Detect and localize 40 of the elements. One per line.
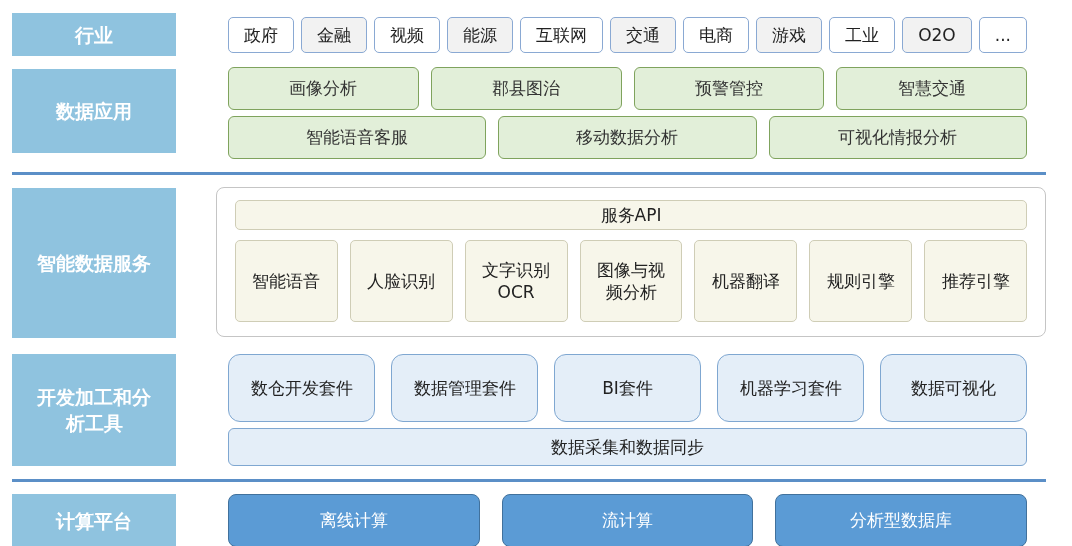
layer-label: 智能数据服务 <box>12 188 176 338</box>
tool-box: 数据可视化 <box>880 354 1027 422</box>
service-box: 智能语音 <box>235 240 338 322</box>
service-box: 文字识别OCR <box>464 240 568 322</box>
application-box: 预警管控 <box>633 67 825 110</box>
industry-tag: 能源 <box>447 17 514 53</box>
industry-tag: O2O <box>902 17 972 53</box>
api-bar: 服务API <box>235 200 1027 230</box>
compute-box: 分析型数据库 <box>775 494 1027 546</box>
application-box: 可视化情报分析 <box>768 116 1027 159</box>
data-sync-bar: 数据采集和数据同步 <box>228 428 1027 466</box>
layer-label: 计算平台 <box>12 494 176 546</box>
industry-tag: 政府 <box>228 17 294 53</box>
compute-box: 流计算 <box>501 494 754 546</box>
application-box: 移动数据分析 <box>498 116 757 159</box>
service-box: 图像与视频分析 <box>579 240 683 322</box>
layer-label: 开发加工和分析工具 <box>12 354 176 466</box>
layer-label: 行业 <box>12 13 176 56</box>
industry-tag: 交通 <box>610 17 677 53</box>
application-box: 画像分析 <box>228 67 419 110</box>
application-box: 郡县图治 <box>430 67 622 110</box>
industry-tag: 金融 <box>301 17 368 53</box>
industry-tag: 电商 <box>683 17 750 53</box>
tool-box: 机器学习套件 <box>717 354 864 422</box>
application-box: 智慧交通 <box>836 67 1027 110</box>
tool-box: 数据管理套件 <box>391 354 538 422</box>
tool-box: BI套件 <box>554 354 701 422</box>
service-box: 推荐引擎 <box>924 240 1027 322</box>
industry-tag: 工业 <box>829 17 896 53</box>
industry-tag: 视频 <box>374 17 441 53</box>
service-box: 规则引擎 <box>809 240 913 322</box>
industry-tag: ... <box>978 17 1027 53</box>
industry-tag: 互联网 <box>520 17 604 53</box>
industry-tag: 游戏 <box>756 17 823 53</box>
service-box: 人脸识别 <box>349 240 453 322</box>
application-box: 智能语音客服 <box>228 116 487 159</box>
layer-label: 数据应用 <box>12 69 176 153</box>
tool-box: 数仓开发套件 <box>228 354 375 422</box>
compute-box: 离线计算 <box>228 494 480 546</box>
service-box: 机器翻译 <box>694 240 798 322</box>
